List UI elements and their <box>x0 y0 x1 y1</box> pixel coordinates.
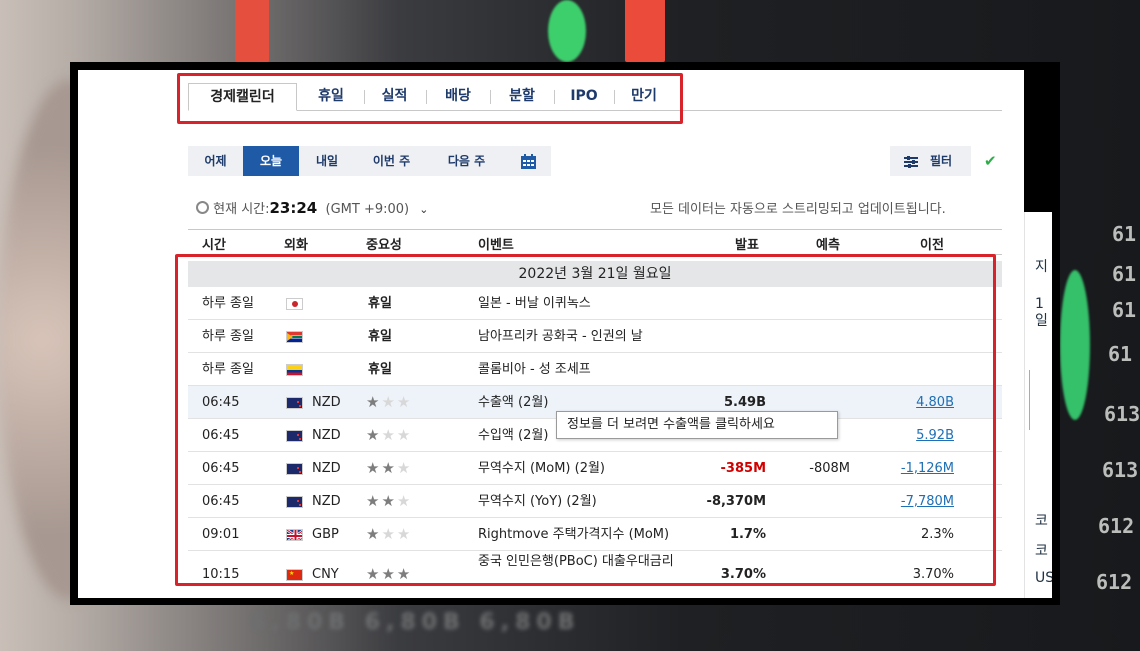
background-number: 61 <box>1112 298 1137 322</box>
background-blur-text: 6,80B 6,80B 6,80B <box>250 610 581 635</box>
chevron-down-icon[interactable]: ⌄ <box>419 203 428 216</box>
background-number: 612 <box>1096 570 1133 594</box>
day-next-week-button[interactable]: 다음 주 <box>428 146 505 176</box>
check-icon: ✔ <box>984 152 997 170</box>
background-number: 613 <box>1102 458 1139 482</box>
current-time-info: 현재 시간:23:24 (GMT +9:00) ⌄ <box>196 198 428 217</box>
background-number: 61 <box>1108 342 1133 366</box>
sliders-icon <box>904 146 918 176</box>
background-candle-green <box>1060 270 1090 420</box>
background-number: 613 <box>1104 402 1140 426</box>
clock-icon <box>196 201 209 214</box>
calendar-icon[interactable] <box>505 146 551 176</box>
col-time[interactable]: 시간 <box>202 234 226 253</box>
highlight-box-tabs <box>177 73 683 124</box>
filter-button[interactable]: 필터 <box>890 146 971 176</box>
background-candle-red <box>235 0 269 62</box>
background-number: 612 <box>1098 514 1135 538</box>
col-actual[interactable]: 발표 <box>735 234 759 253</box>
current-time: 23:24 <box>269 199 318 217</box>
day-tomorrow-button[interactable]: 내일 <box>299 146 355 176</box>
day-this-week-button[interactable]: 이번 주 <box>355 146 428 176</box>
timezone: (GMT +9:00) <box>325 202 410 217</box>
side-panel-text: 지 <box>1035 259 1048 275</box>
auto-update-notice: 모든 데이터는 자동으로 스트리밍되고 업데이트됩니다. <box>650 202 946 217</box>
col-forecast[interactable]: 예측 <box>816 234 840 253</box>
side-mini-chart <box>1029 370 1051 430</box>
side-panel-text: 일 <box>1035 313 1048 329</box>
current-time-label: 현재 시간: <box>213 202 270 217</box>
filter-label: 필터 <box>930 154 953 168</box>
background-number: 61 <box>1112 222 1137 246</box>
col-previous[interactable]: 이전 <box>920 234 944 253</box>
col-importance[interactable]: 중요성 <box>366 234 402 253</box>
side-panel: 지 1 일 코 코 US <box>1024 212 1052 598</box>
background-candle-red <box>625 0 665 62</box>
background-candle-green <box>548 0 586 62</box>
side-panel-link[interactable]: 코 <box>1035 510 1048 530</box>
day-yesterday-button[interactable]: 어제 <box>188 146 243 176</box>
table-header: 시간 외화 중요성 이벤트 발표 예측 이전 <box>188 229 1002 255</box>
col-currency[interactable]: 외화 <box>284 234 308 253</box>
col-event[interactable]: 이벤트 <box>478 234 514 253</box>
day-today-button[interactable]: 오늘 <box>243 146 299 176</box>
day-selector: 어제 오늘 내일 이번 주 다음 주 <box>188 146 551 176</box>
background-number: 61 <box>1112 262 1137 286</box>
side-panel-link[interactable]: US <box>1035 570 1052 586</box>
highlight-box-table <box>175 254 996 586</box>
side-panel-link[interactable]: 코 <box>1035 540 1048 560</box>
